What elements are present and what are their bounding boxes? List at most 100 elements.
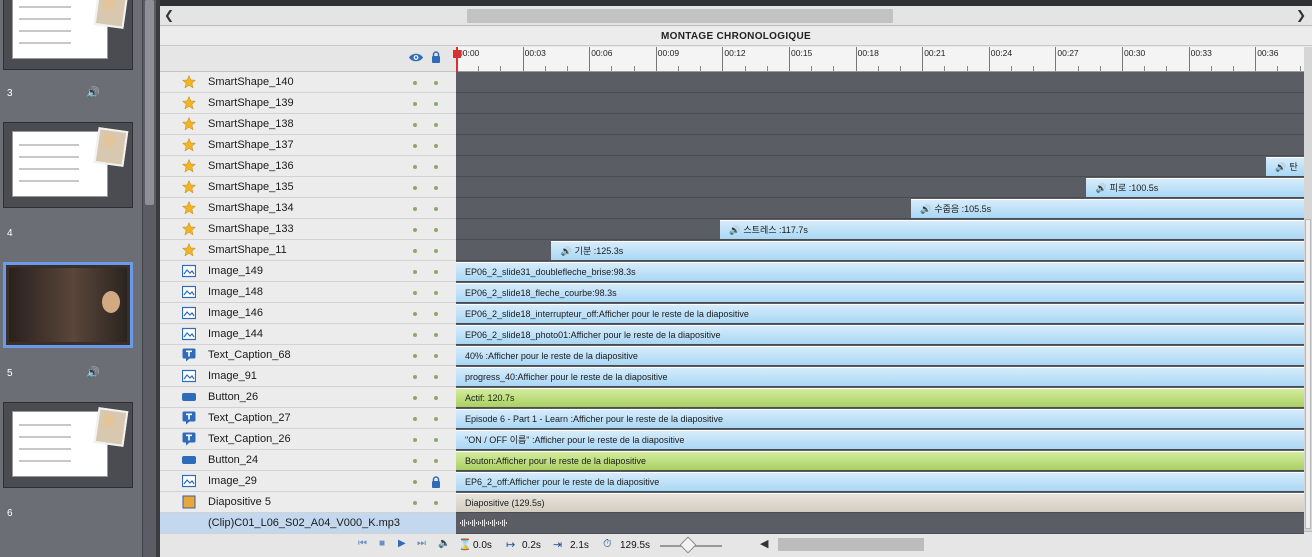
layer-row[interactable]: (Clip)C01_L06_S02_A04_V000_K.mp3	[160, 513, 456, 534]
lock-toggle[interactable]	[434, 144, 438, 148]
lock-toggle[interactable]	[434, 333, 438, 337]
layer-row[interactable]: SmartShape_139	[160, 93, 456, 114]
visibility-toggle[interactable]	[413, 438, 417, 442]
layer-row[interactable]: Image_91	[160, 366, 456, 387]
lock-toggle[interactable]	[434, 312, 438, 316]
timeline-bar[interactable]: EP6_2_off:Afficher pour le reste de la d…	[456, 472, 1304, 491]
playhead-handle[interactable]	[453, 50, 461, 58]
slide-thumbnail-3[interactable]	[3, 0, 133, 70]
layer-row[interactable]: Text_Caption_68	[160, 345, 456, 366]
filmstrip-scroll-thumb[interactable]	[145, 0, 154, 205]
first-frame-icon[interactable]: ⏮	[358, 538, 367, 549]
stop-icon[interactable]: ■	[379, 538, 385, 549]
visibility-toggle[interactable]	[413, 165, 417, 169]
timeline-bar[interactable]: 40% :Afficher pour le reste de la diapos…	[456, 346, 1304, 365]
lock-icon[interactable]	[431, 475, 441, 488]
visibility-toggle[interactable]	[413, 375, 417, 379]
visibility-toggle[interactable]	[413, 354, 417, 358]
visibility-toggle[interactable]	[413, 186, 417, 190]
layer-row[interactable]: SmartShape_135	[160, 177, 456, 198]
layer-row[interactable]: Image_144	[160, 324, 456, 345]
lock-toggle[interactable]	[434, 165, 438, 169]
lock-toggle[interactable]	[434, 459, 438, 463]
lock-toggle[interactable]	[434, 102, 438, 106]
visibility-toggle[interactable]	[413, 312, 417, 316]
stage-horizontal-scrollbar[interactable]: ❮ ❯	[160, 6, 1312, 26]
eye-icon[interactable]	[408, 52, 424, 63]
timeline-bar[interactable]: EP06_2_slide18_photo01:Afficher pour le …	[456, 325, 1304, 344]
layer-row[interactable]: Button_24	[160, 450, 456, 471]
slide-thumbnail-4[interactable]	[3, 122, 133, 208]
visibility-toggle[interactable]	[413, 333, 417, 337]
timeline-bar[interactable]: "ON / OFF 이름" :Afficher pour le reste de…	[456, 430, 1304, 449]
visibility-toggle[interactable]	[413, 417, 417, 421]
timeline-bar[interactable]: Bouton:Afficher pour le reste de la diap…	[456, 451, 1304, 470]
layer-row[interactable]: SmartShape_134	[160, 198, 456, 219]
timeline-bar[interactable]: Episode 6 - Part 1 - Learn :Afficher pou…	[456, 409, 1304, 428]
layer-row[interactable]: SmartShape_136	[160, 156, 456, 177]
timeline-bar[interactable]: EP06_2_slide31_doublefleche_brise:98.3s	[456, 262, 1304, 281]
lock-toggle[interactable]	[434, 228, 438, 232]
visibility-toggle[interactable]	[413, 501, 417, 505]
stage-scroll-thumb[interactable]	[467, 9, 893, 23]
scroll-left-arrow-icon[interactable]: ❮	[164, 8, 174, 22]
audio-waveform[interactable]	[460, 519, 508, 527]
timeline-bar[interactable]: 🔊 탄	[1266, 157, 1304, 176]
audio-toggle-icon[interactable]: 🔈	[438, 538, 450, 549]
lock-toggle[interactable]	[434, 207, 438, 211]
lock-toggle[interactable]	[434, 396, 438, 400]
timeline-bar[interactable]: 🔊 스트레스 :117.7s	[720, 220, 1304, 239]
visibility-toggle[interactable]	[413, 81, 417, 85]
visibility-toggle[interactable]	[413, 396, 417, 400]
visibility-toggle[interactable]	[413, 102, 417, 106]
layer-row[interactable]: SmartShape_138	[160, 114, 456, 135]
visibility-toggle[interactable]	[413, 270, 417, 274]
lock-toggle[interactable]	[434, 438, 438, 442]
visibility-toggle[interactable]	[413, 480, 417, 484]
lock-toggle[interactable]	[434, 375, 438, 379]
lock-toggle[interactable]	[434, 186, 438, 190]
filmstrip-scrollbar[interactable]	[143, 0, 156, 557]
layer-row[interactable]: Image_149	[160, 261, 456, 282]
visibility-toggle[interactable]	[413, 207, 417, 211]
layer-row[interactable]: Image_29	[160, 471, 456, 492]
lock-toggle[interactable]	[434, 417, 438, 421]
layer-row[interactable]: SmartShape_133	[160, 219, 456, 240]
layer-row[interactable]: SmartShape_140	[160, 72, 456, 93]
visibility-toggle[interactable]	[413, 249, 417, 253]
timeline-vscroll-thumb[interactable]	[1305, 219, 1311, 529]
slide-audio-icon[interactable]: 🔊	[86, 86, 100, 99]
lock-icon[interactable]	[431, 51, 441, 63]
visibility-toggle[interactable]	[413, 291, 417, 295]
layer-row[interactable]: Image_146	[160, 303, 456, 324]
visibility-toggle[interactable]	[413, 228, 417, 232]
layer-row[interactable]: Text_Caption_26	[160, 429, 456, 450]
slide-audio-icon[interactable]: 🔊	[86, 366, 100, 379]
timeline-hscroll-thumb[interactable]	[778, 538, 924, 551]
timeline-bar[interactable]: 🔊 기분 :125.3s	[551, 241, 1304, 260]
timeline-bar[interactable]: progress_40:Afficher pour le reste de la…	[456, 367, 1304, 386]
timeline-scroll-left-icon[interactable]: ◀	[760, 537, 768, 550]
visibility-toggle[interactable]	[413, 123, 417, 127]
lock-toggle[interactable]	[434, 354, 438, 358]
layer-row[interactable]: Text_Caption_27	[160, 408, 456, 429]
timeline-bar[interactable]: Diapositive (129.5s)	[456, 493, 1304, 512]
timeline-bar[interactable]: EP06_2_slide18_interrupteur_off:Afficher…	[456, 304, 1304, 323]
layer-row[interactable]: Diapositive 5	[160, 492, 456, 513]
lock-toggle[interactable]	[434, 249, 438, 253]
slide-thumbnail-5[interactable]	[3, 262, 133, 348]
layer-row[interactable]: SmartShape_11	[160, 240, 456, 261]
play-icon[interactable]: ▶	[398, 538, 406, 549]
lock-toggle[interactable]	[434, 501, 438, 505]
timeline-vertical-scrollbar[interactable]	[1304, 47, 1312, 531]
lock-toggle[interactable]	[434, 270, 438, 274]
time-ruler[interactable]: 00:00 00:03 00:06 00:09 00:12 00:15 00:18 00:21…	[456, 47, 1304, 72]
slide-thumbnail-6[interactable]	[3, 402, 133, 488]
zoom-slider-knob[interactable]	[679, 536, 697, 554]
layer-row[interactable]: Button_26	[160, 387, 456, 408]
timeline-bar[interactable]: 🔊 피로 :100.5s	[1086, 178, 1304, 197]
layer-row[interactable]: SmartShape_137	[160, 135, 456, 156]
layer-row[interactable]: Image_148	[160, 282, 456, 303]
timeline-bar[interactable]: Actif: 120.7s	[456, 388, 1304, 407]
visibility-toggle[interactable]	[413, 459, 417, 463]
